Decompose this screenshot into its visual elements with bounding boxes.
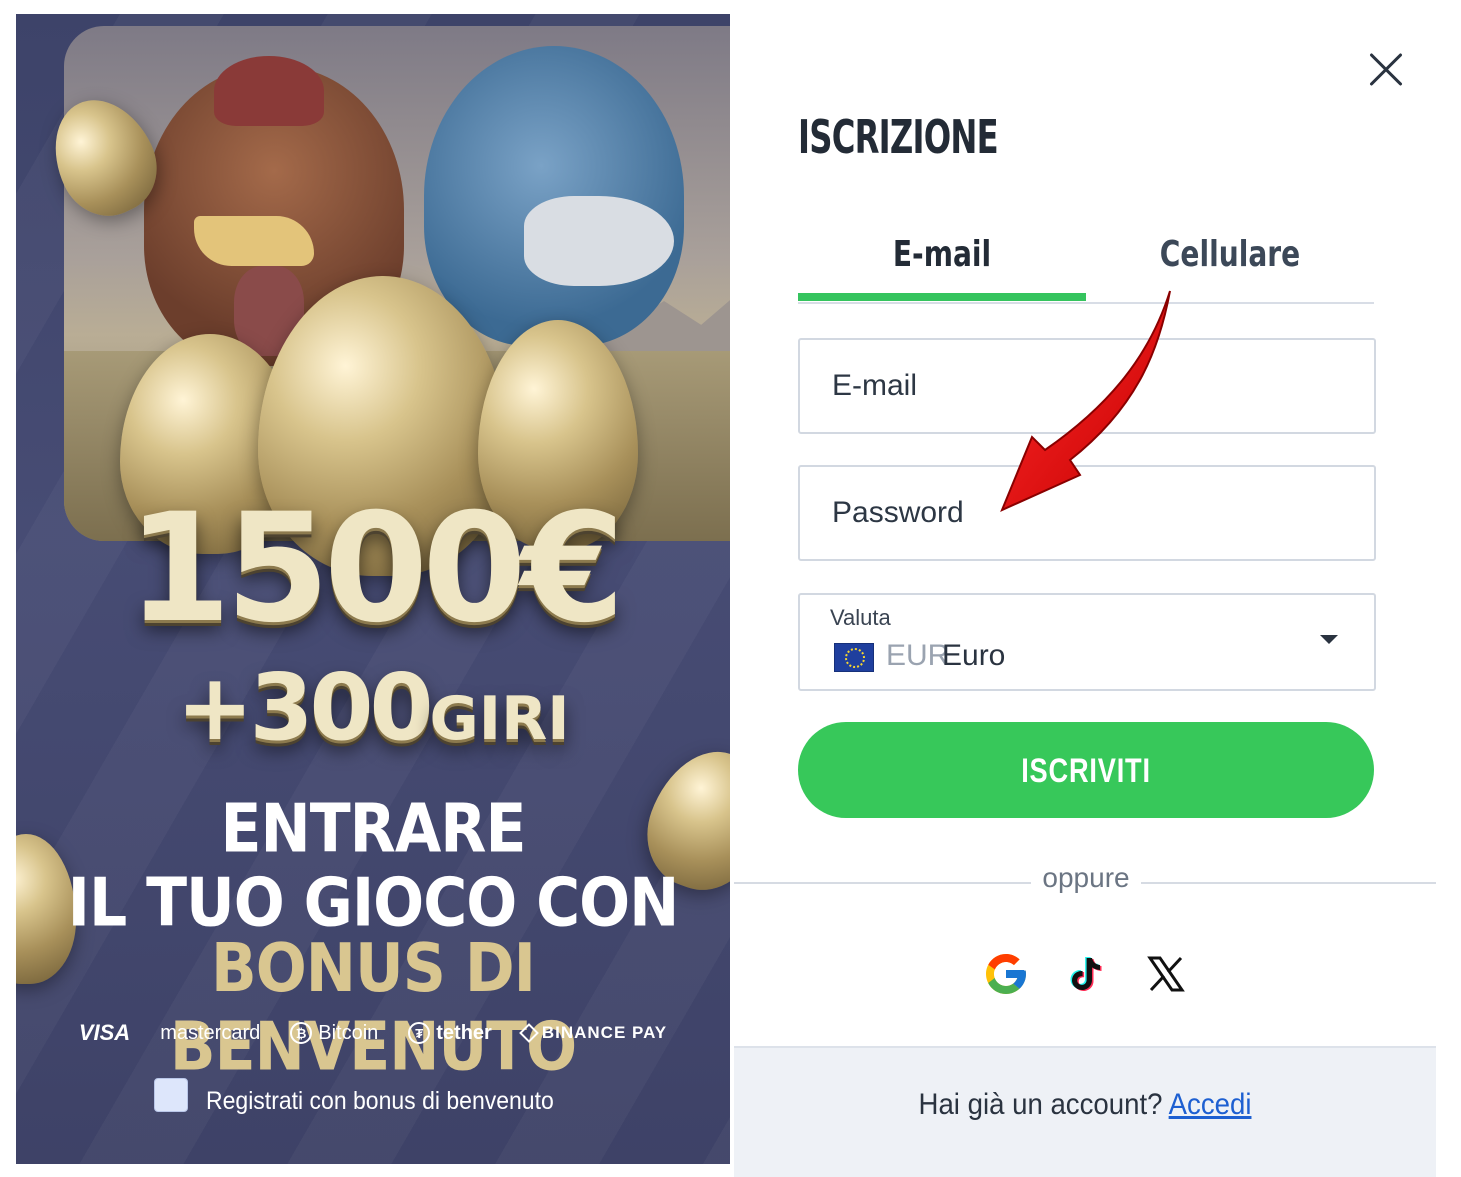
tether-logo: ₮ tether: [408, 1022, 492, 1045]
login-footer: Hai già un account? Accedi: [734, 1046, 1436, 1177]
email-field[interactable]: [800, 340, 1374, 432]
tiktok-icon[interactable]: [1062, 950, 1110, 998]
bonus-spins: +300GIRI: [176, 654, 570, 761]
account-question: Hai già un account?: [918, 1088, 1163, 1121]
binance-pay-logo: BINANCE PAY: [518, 1023, 667, 1043]
mastercard-logo: mastercard: [160, 1021, 261, 1044]
tether-icon: ₮: [408, 1022, 431, 1044]
bitcoin-icon: ₿: [290, 1022, 313, 1044]
binance-icon: [518, 1023, 539, 1043]
login-link[interactable]: Accedi: [1169, 1088, 1252, 1121]
welcome-bonus-label[interactable]: Registrati con bonus di benvenuto: [206, 1087, 554, 1116]
currency-code: EUR: [886, 639, 950, 672]
close-icon[interactable]: [1366, 50, 1406, 90]
password-field[interactable]: [800, 467, 1374, 559]
currency-name: Euro: [942, 639, 1006, 672]
payment-methods: VISA mastercard ₿ Bitcoin ₮ tether BINANCE…: [16, 1020, 730, 1046]
currency-select[interactable]: Valuta EUR Euro: [798, 593, 1376, 691]
wolf-illustration: [424, 46, 684, 346]
signup-button[interactable]: ISCRIVITI: [798, 722, 1374, 818]
password-field-wrapper: [798, 465, 1376, 561]
bitcoin-logo: ₿ Bitcoin: [290, 1022, 378, 1045]
bonus-amount: 1500€: [127, 482, 625, 656]
visa-logo: VISA: [78, 1020, 131, 1045]
active-tab-indicator: [798, 293, 1086, 301]
x-icon[interactable]: [1142, 950, 1190, 998]
email-field-wrapper: [798, 338, 1376, 434]
tab-email[interactable]: E-mail: [798, 228, 1086, 300]
welcome-bonus-checkbox[interactable]: [154, 1078, 188, 1112]
chevron-down-icon: [1320, 635, 1338, 644]
or-separator: oppure: [1031, 862, 1141, 894]
eu-flag-icon: [834, 643, 874, 672]
tab-mobile[interactable]: Cellulare: [1086, 228, 1374, 300]
promo-line-1: ENTRARE: [220, 789, 527, 869]
currency-label: Valuta: [830, 605, 891, 630]
google-icon[interactable]: [982, 950, 1030, 998]
promo-line-3: BONUS DI BENVENUTO: [169, 929, 577, 1087]
page-title: ISCRIZIONE: [798, 110, 999, 164]
promo-banner: 1500€ +300GIRI ENTRARE IL TUO GIOCO CON …: [16, 14, 730, 1164]
